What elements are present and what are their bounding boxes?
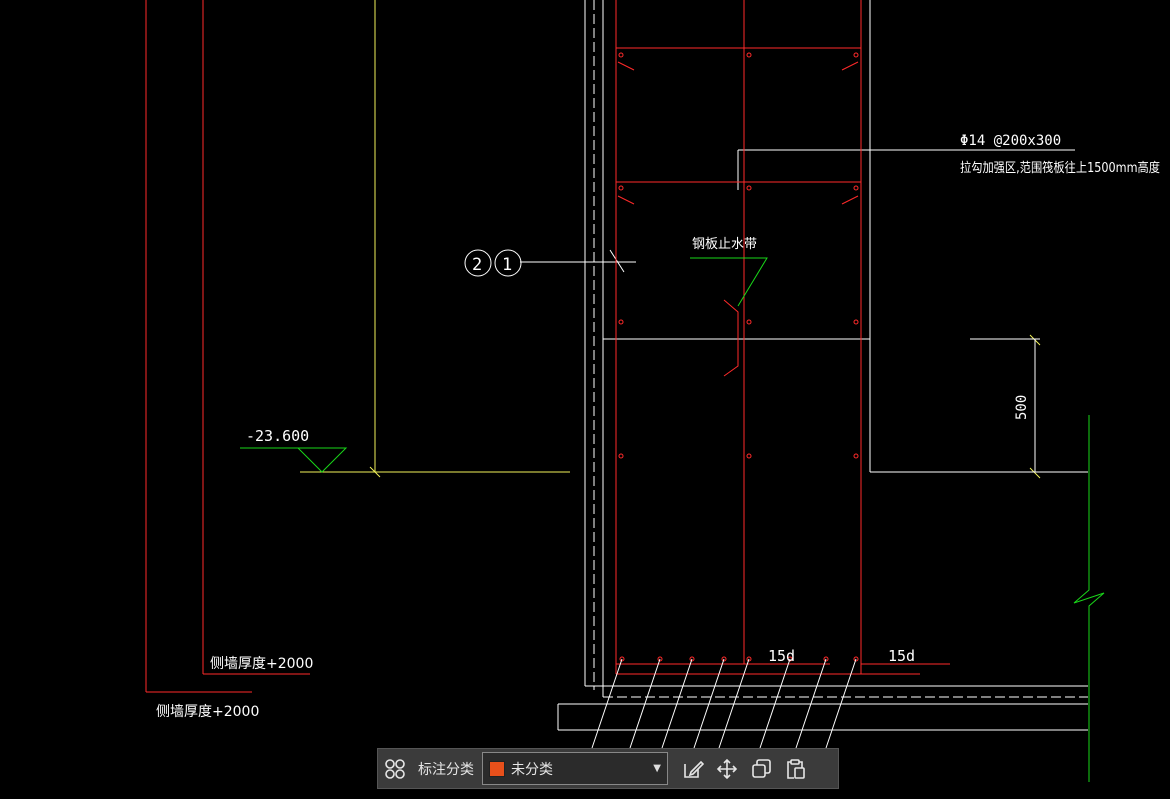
anchor-label-right: 15d	[888, 647, 915, 665]
grid-button[interactable]	[378, 748, 412, 789]
move-icon	[716, 758, 738, 779]
anchor-label-left: 15d	[768, 647, 795, 665]
callout-1-text: 1	[502, 255, 512, 275]
dimension-500: 500	[1014, 395, 1030, 420]
break-line	[1073, 415, 1105, 782]
category-label: 标注分类	[418, 761, 474, 778]
left-red-lines	[145, 0, 310, 693]
copy-icon	[752, 758, 771, 778]
rebar-label-line2: 拉勾加强区,范围筏板往上1500mm高度	[960, 160, 1160, 176]
waterstop	[690, 257, 768, 377]
category-select[interactable]: 未分类 ▼	[482, 752, 668, 785]
category-color-swatch	[489, 760, 505, 777]
wall-outline	[520, 0, 1088, 731]
rebar-red	[615, 0, 950, 675]
wall-thickness-label-lower: 侧墙厚度+2000	[156, 704, 259, 720]
paste-button[interactable]	[778, 748, 812, 789]
move-button[interactable]	[710, 748, 744, 789]
edit-icon	[684, 760, 704, 778]
callout-2-text: 2	[472, 255, 482, 275]
chevron-down-icon: ▼	[653, 763, 661, 774]
paste-icon	[787, 758, 805, 779]
elevation-marker: -23.600	[240, 427, 348, 473]
waterstop-label: 钢板止水带	[692, 237, 757, 252]
elevation-label: -23.600	[246, 427, 309, 445]
annotation-toolbar: 标注分类 未分类 ▼	[377, 748, 839, 789]
category-select-value: 未分类	[511, 761, 553, 778]
cad-canvas[interactable]: -23.600 2 1 Φ14 @200x300 拉勾加强区,范围筏板往上150…	[0, 0, 1170, 799]
edit-button[interactable]	[676, 748, 710, 789]
rebar-label-line1: Φ14 @200x300	[960, 133, 1061, 149]
wall-thickness-label-upper: 侧墙厚度+2000	[210, 656, 313, 672]
yellow-lines	[300, 0, 1041, 479]
grid-icon	[385, 758, 405, 779]
copy-button[interactable]	[744, 748, 778, 789]
